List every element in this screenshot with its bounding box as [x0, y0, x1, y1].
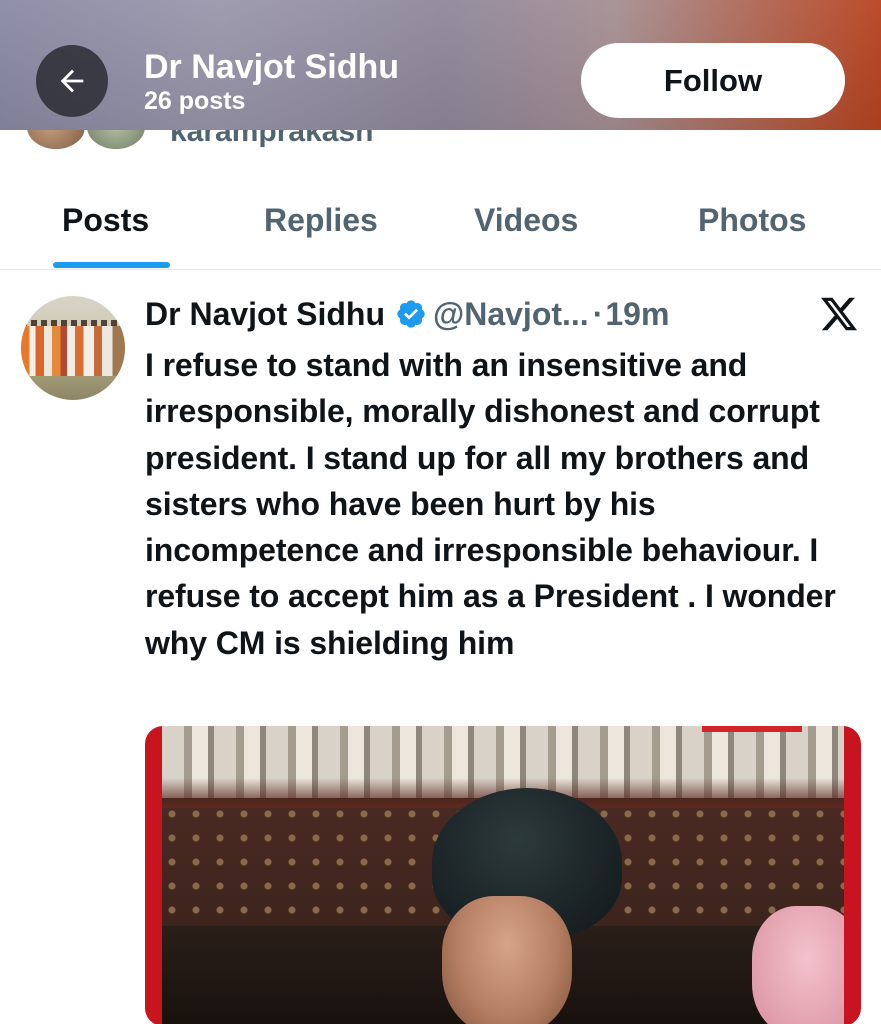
- video-frame: [162, 726, 844, 1024]
- tab-posts[interactable]: Posts: [62, 200, 149, 240]
- post-time[interactable]: 19m: [605, 294, 669, 334]
- post-author-name[interactable]: Dr Navjot Sidhu: [145, 294, 385, 334]
- verified-badge-icon: [397, 300, 425, 328]
- follower-avatar: [84, 130, 148, 152]
- tab-replies[interactable]: Replies: [264, 200, 378, 240]
- x-logo-icon[interactable]: [819, 294, 859, 334]
- followed-by-strip[interactable]: karamprakash: [0, 130, 881, 160]
- profile-tabs: Posts Replies Videos Photos: [0, 180, 881, 270]
- post-separator: ·: [592, 296, 604, 332]
- profile-name: Dr Navjot Sidhu: [144, 48, 400, 86]
- post[interactable]: Dr Navjot Sidhu @Navjot... ·19m I refuse …: [0, 270, 881, 1024]
- posts-count: 26 posts: [144, 87, 246, 115]
- followed-by-text: karamprakash: [170, 130, 374, 148]
- tab-videos[interactable]: Videos: [474, 200, 578, 240]
- back-button[interactable]: [36, 45, 108, 117]
- follower-avatar: [24, 130, 88, 152]
- post-handle[interactable]: @Navjot...: [433, 294, 589, 334]
- post-video[interactable]: [145, 726, 861, 1024]
- author-avatar[interactable]: [21, 296, 125, 400]
- post-header: Dr Navjot Sidhu @Navjot... ·19m: [145, 294, 669, 334]
- arrow-left-icon: [60, 69, 84, 93]
- profile-header: Dr Navjot Sidhu 26 posts Follow: [0, 0, 881, 130]
- tab-photos[interactable]: Photos: [698, 200, 806, 240]
- post-text: I refuse to stand with an insensitive an…: [145, 347, 836, 661]
- follow-button[interactable]: Follow: [581, 43, 845, 118]
- active-tab-indicator: [53, 262, 170, 268]
